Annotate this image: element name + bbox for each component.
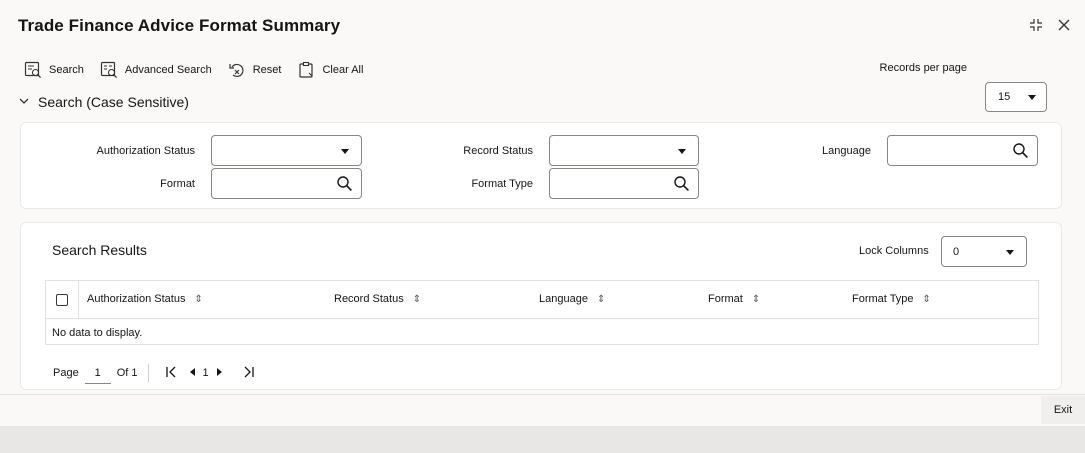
maximize-icon[interactable] [1027,16,1045,34]
search-button-label: Search [49,64,84,76]
advanced-search-label: Advanced Search [124,64,212,76]
advanced-search-icon [100,61,118,79]
column-label: Language [539,293,588,305]
search-icon[interactable] [1012,142,1029,162]
results-table: Authorization Status ⇕ Record Status ⇕ L… [45,280,1039,345]
close-icon[interactable] [1055,16,1073,34]
reset-icon [228,61,246,79]
page-label: Page [53,367,79,379]
status-bar [0,426,1085,453]
window-controls [1027,16,1073,34]
format-field[interactable] [211,168,362,199]
page-number-input[interactable]: 1 [84,362,111,384]
clear-all-icon [297,61,315,79]
toolbar: Search Advanced Search Reset Clear All [24,58,363,82]
search-panel: Authorization Status Record Status Langu… [20,122,1062,209]
results-panel: Search Results Lock Columns 0 Authorizat… [20,222,1062,390]
column-label: Record Status [334,293,404,305]
sort-icon[interactable]: ⇕ [597,294,605,305]
column-divider [78,281,79,319]
column-header-record-status[interactable]: Record Status ⇕ [334,293,421,305]
pagination: Page 1 Of 1 1 [53,362,261,384]
column-label: Format [708,293,743,305]
sort-icon[interactable]: ⇕ [194,294,202,305]
advanced-search-button[interactable]: Advanced Search [100,61,212,79]
footer [0,395,1085,426]
column-header-format[interactable]: Format ⇕ [708,293,760,305]
sort-icon[interactable]: ⇕ [923,294,931,305]
authorization-status-label: Authorization Status [96,145,195,157]
page-indicator: 1 [202,367,209,379]
page-title: Trade Finance Advice Format Summary [18,16,341,35]
exit-button[interactable]: Exit [1041,396,1085,424]
search-section-title: Search (Case Sensitive) [38,94,189,110]
previous-page-icon[interactable] [189,367,197,380]
select-all-checkbox[interactable] [56,294,68,306]
lock-columns-label: Lock Columns [859,245,929,257]
column-label: Authorization Status [87,293,186,305]
language-field[interactable] [887,135,1038,166]
chevron-down-icon [678,149,686,154]
records-per-page-label: Records per page [879,62,967,74]
reset-button[interactable]: Reset [228,61,282,79]
column-header-language[interactable]: Language ⇕ [539,293,605,305]
column-label: Format Type [852,293,914,305]
results-title: Search Results [52,242,147,258]
format-label: Format [160,178,195,190]
clear-all-button[interactable]: Clear All [297,61,363,79]
lock-columns-value: 0 [953,245,960,258]
format-type-field[interactable] [549,168,699,199]
format-type-label: Format Type [471,178,533,190]
page-of-label: Of 1 [116,367,138,379]
sort-icon[interactable]: ⇕ [752,294,760,305]
last-page-icon[interactable] [243,366,255,381]
search-button[interactable]: Search [24,61,84,79]
authorization-status-select[interactable] [211,135,362,166]
search-section-toggle[interactable]: Search (Case Sensitive) [18,94,189,110]
pager-divider [147,364,149,382]
search-icon[interactable] [673,175,690,195]
chevron-down-icon [18,94,30,110]
chevron-down-icon [341,149,349,154]
first-page-icon[interactable] [165,366,177,381]
column-header-format-type[interactable]: Format Type ⇕ [852,293,931,305]
column-header-authorization-status[interactable]: Authorization Status ⇕ [87,293,203,305]
language-label: Language [822,145,871,157]
chevron-down-icon [1028,95,1036,100]
clear-all-label: Clear All [322,64,364,76]
reset-label: Reset [252,64,282,76]
records-per-page-select[interactable]: 15 [985,82,1047,112]
empty-message: No data to display. [52,327,143,339]
sort-icon[interactable]: ⇕ [413,294,421,305]
lock-columns-select[interactable]: 0 [941,236,1027,267]
record-status-select[interactable] [549,135,699,166]
search-icon[interactable] [336,175,353,195]
title-bar: Trade Finance Advice Format Summary [0,0,1085,52]
record-status-label: Record Status [463,145,533,157]
table-header: Authorization Status ⇕ Record Status ⇕ L… [46,281,1038,319]
next-page-icon[interactable] [215,367,223,380]
search-icon [24,61,42,79]
chevron-down-icon [1006,250,1014,255]
records-per-page-value: 15 [998,91,1011,103]
